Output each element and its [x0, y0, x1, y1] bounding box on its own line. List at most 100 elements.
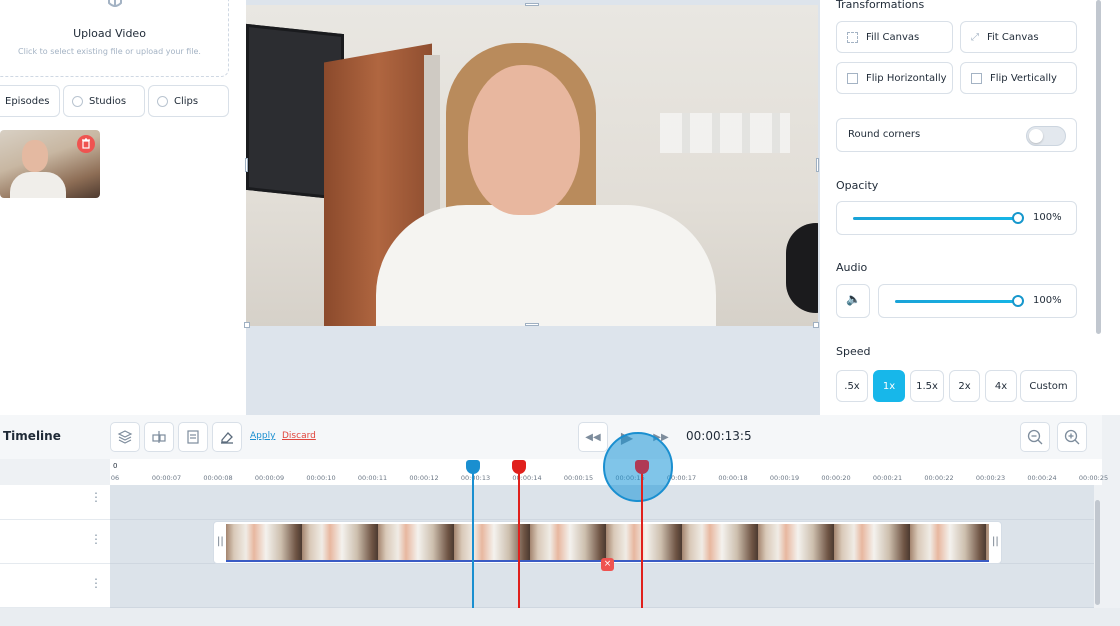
resize-handle-corner[interactable]: [244, 322, 250, 328]
expand-icon: ⤢: [971, 31, 979, 43]
speaker-icon: 🔈: [846, 292, 861, 306]
mute-button[interactable]: 🔈: [836, 284, 870, 318]
ruler-tick-label: 00:00:14: [512, 474, 542, 482]
split-icon: [152, 431, 166, 443]
track-menu-icon[interactable]: ⋮: [90, 490, 102, 504]
resize-handle-top[interactable]: [525, 3, 539, 6]
remove-marker-button[interactable]: ×: [601, 558, 614, 571]
ruler-tick-label: 00:00:22: [924, 474, 954, 482]
speed-option-2x[interactable]: 2x: [949, 370, 980, 402]
speed-option-4x[interactable]: 4x: [985, 370, 1017, 402]
clip-filmstrip: [226, 524, 989, 562]
playhead-marker[interactable]: [635, 460, 649, 474]
opacity-slider[interactable]: [853, 217, 1018, 220]
track-header: ⋮: [0, 485, 110, 520]
track-header: ⋮: [0, 564, 110, 608]
opacity-title: Opacity: [836, 179, 879, 192]
track-menu-icon[interactable]: ⋮: [90, 532, 102, 546]
trim-button[interactable]: [178, 422, 208, 452]
upload-dropzone[interactable]: Upload Video Click to select existing fi…: [0, 0, 229, 77]
video-frame: [660, 113, 790, 153]
current-timecode: 00:00:13:5: [686, 429, 752, 443]
speed-option-1x[interactable]: 1x: [873, 370, 905, 402]
speed-option-custom[interactable]: Custom: [1020, 370, 1077, 402]
ruler-tick-label: 00:00:13: [460, 474, 491, 482]
ruler-tick-label: 00:00:19: [769, 474, 800, 482]
discard-link[interactable]: Discard: [282, 431, 316, 441]
filter-studios-label: Studios: [89, 95, 127, 107]
timeline-scrollbar[interactable]: [1095, 500, 1100, 605]
flip-vertically-button[interactable]: Flip Vertically: [960, 62, 1077, 94]
media-thumbnail[interactable]: [0, 130, 100, 198]
audio-slider[interactable]: [895, 300, 1018, 303]
zoom-in-button[interactable]: [1057, 422, 1087, 452]
ruler-tick-label: 06: [110, 474, 120, 482]
speed-option-0-5x[interactable]: .5x: [836, 370, 868, 402]
round-corners-toggle[interactable]: [1026, 126, 1066, 146]
rewind-button[interactable]: ◀◀: [578, 422, 608, 452]
filter-studios[interactable]: Studios: [63, 85, 145, 117]
timeline-title: Timeline: [3, 429, 61, 443]
resize-handle-corner[interactable]: [813, 322, 819, 328]
fill-canvas-icon: [847, 31, 858, 43]
speed-option-1-5x[interactable]: 1.5x: [910, 370, 944, 402]
round-corners-row: Round corners: [836, 118, 1077, 152]
video-editor: Upload Video Click to select existing fi…: [0, 0, 1120, 626]
ruler-tick-label: 00:00:07: [151, 474, 182, 482]
ruler-tick-label: 00:00:15: [563, 474, 594, 482]
speed-title: Speed: [836, 345, 871, 358]
filter-clips[interactable]: Clips: [148, 85, 229, 117]
resize-handle-right[interactable]: [816, 158, 819, 172]
properties-panel: Transformations Fill Canvas ⤢ Fit Canvas…: [820, 0, 1120, 415]
layers-icon: [117, 430, 133, 444]
apply-link[interactable]: Apply: [250, 431, 275, 441]
ruler-tick-label: 00:00:10: [306, 474, 336, 482]
out-point-line: [518, 466, 520, 608]
rewind-icon: ◀◀: [585, 431, 601, 443]
transformations-title: Transformations: [836, 0, 925, 11]
in-point-marker[interactable]: [466, 460, 480, 474]
media-library-panel: Upload Video Click to select existing fi…: [0, 0, 246, 415]
fill-canvas-button[interactable]: Fill Canvas: [836, 21, 953, 53]
thumbnail-image: [10, 172, 66, 198]
properties-scrollbar[interactable]: [1096, 0, 1101, 334]
track-menu-icon[interactable]: ⋮: [90, 576, 102, 590]
audio-title: Audio: [836, 261, 868, 274]
in-point-line: [472, 466, 474, 608]
ruler-tick-label: 00:00:12: [409, 474, 439, 482]
audio-value: 100%: [1033, 295, 1062, 306]
audio-slider-handle[interactable]: [1012, 295, 1024, 307]
resize-handle-bottom[interactable]: [525, 323, 539, 326]
flip-vertically-label: Flip Vertically: [990, 72, 1057, 84]
video-preview[interactable]: [246, 5, 818, 326]
opacity-value: 100%: [1033, 212, 1062, 223]
trim-icon: [187, 430, 199, 444]
thumbnail-image: [22, 140, 48, 172]
toggle-knob: [1029, 129, 1043, 143]
filter-episodes[interactable]: Episodes: [0, 85, 60, 117]
trash-icon[interactable]: [77, 135, 95, 153]
upload-subtitle: Click to select existing file or upload …: [18, 47, 201, 56]
split-button[interactable]: [144, 422, 174, 452]
ruler-tick-label: 00:00:18: [718, 474, 748, 482]
video-frame: [376, 205, 716, 326]
radio-icon: [72, 95, 83, 107]
out-point-marker[interactable]: [512, 460, 526, 474]
playhead-line: [641, 466, 643, 608]
fit-canvas-button[interactable]: ⤢ Fit Canvas: [960, 21, 1077, 53]
flip-horizontally-label: Flip Horizontally: [866, 72, 947, 84]
ruler-tick-label: 00:00:21: [872, 474, 903, 482]
resize-handle-left[interactable]: [245, 158, 248, 172]
ruler-tick-label: 00:00:20: [821, 474, 851, 482]
layers-button[interactable]: [110, 422, 140, 452]
flip-horizontally-button[interactable]: Flip Horizontally: [836, 62, 953, 94]
clip-trim-handle-left[interactable]: ||: [217, 536, 224, 547]
track-lane[interactable]: [110, 485, 1094, 520]
zoom-out-button[interactable]: [1020, 422, 1050, 452]
clip-trim-handle-right[interactable]: ||: [992, 536, 999, 547]
ruler-origin-label: 0: [113, 462, 118, 470]
erase-button[interactable]: [212, 422, 242, 452]
opacity-slider-handle[interactable]: [1012, 212, 1024, 224]
round-corners-label: Round corners: [848, 129, 921, 140]
zoom-in-icon: [1064, 429, 1080, 445]
